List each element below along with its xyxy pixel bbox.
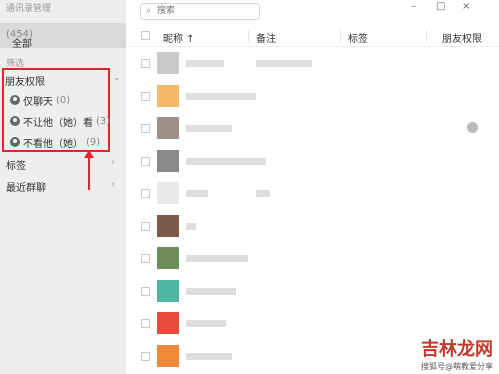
hide-my-moments-icon: [10, 116, 20, 126]
nickname-blurred: [186, 255, 248, 262]
nickname-blurred: [186, 125, 232, 132]
remark-blurred: [256, 60, 312, 67]
nickname-blurred: [186, 222, 196, 230]
column-divider: [426, 30, 427, 42]
table-row[interactable]: [126, 80, 499, 112]
nickname-blurred: [186, 352, 232, 360]
avatar: [157, 149, 179, 172]
row-checkbox[interactable]: [141, 156, 150, 166]
select-all-checkbox[interactable]: [141, 31, 150, 40]
sidebar-item-label: 不看他（她）: [23, 138, 83, 150]
row-checkbox[interactable]: [141, 59, 150, 68]
sidebar-group-permissions[interactable]: 朋友权限: [5, 73, 45, 88]
row-checkbox[interactable]: [141, 124, 150, 133]
table-header: 昵称 ↑ 备注 标签 朋友权限: [126, 26, 499, 47]
nickname-blurred: [186, 92, 256, 100]
sidebar-item-count: (9): [86, 136, 101, 148]
sidebar-item-label: 全部: [12, 39, 32, 50]
row-checkbox[interactable]: [141, 254, 150, 263]
table-row[interactable]: [126, 275, 499, 307]
chevron-right-icon[interactable]: ›: [111, 157, 115, 168]
column-divider: [248, 30, 249, 42]
column-header-tags[interactable]: 标签: [348, 30, 368, 45]
table-row[interactable]: [126, 177, 499, 209]
sidebar-item-hide-my-moments[interactable]: 不让他（她）看 (3): [10, 114, 111, 129]
nickname-blurred: [186, 157, 266, 165]
search-input[interactable]: [157, 5, 253, 17]
watermark: 吉林龙网 搜狐号@萌教爱分享: [421, 335, 493, 372]
sidebar-item-chat-only[interactable]: 仅聊天 (0): [10, 93, 71, 108]
row-checkbox[interactable]: [141, 189, 150, 198]
window-title: 通讯录管理: [6, 4, 52, 14]
avatar: [157, 84, 179, 107]
avatar: [157, 312, 179, 334]
avatar: [157, 247, 179, 269]
sidebar-item-label: 仅聊天: [23, 96, 53, 108]
column-header-nickname[interactable]: 昵称 ↑: [163, 30, 195, 45]
hide-their-moments-icon: [10, 137, 20, 147]
column-divider: [340, 30, 341, 42]
row-checkbox[interactable]: [141, 286, 150, 296]
avatar: [157, 344, 179, 367]
sidebar: 通讯录管理 全部 (454) 筛选 朋友权限 ⌄ 仅聊天 (0) 不让他（她）看 …: [0, 0, 126, 374]
avatar: [157, 182, 179, 204]
close-button[interactable]: ×: [462, 1, 470, 12]
table-row[interactable]: [126, 145, 499, 177]
minimize-button[interactable]: –: [411, 1, 416, 12]
maximize-button[interactable]: □: [436, 1, 445, 12]
avatar: [157, 214, 179, 237]
nickname-blurred: [186, 60, 224, 67]
search-box[interactable]: ⌕: [140, 3, 260, 20]
table-row[interactable]: [126, 242, 499, 274]
row-checkbox[interactable]: [141, 221, 150, 231]
table-row[interactable]: [126, 47, 499, 79]
sidebar-item-count: (3): [96, 115, 111, 127]
arrow-up-icon: [84, 150, 94, 190]
sidebar-item-recent-groups[interactable]: 最近群聊: [6, 179, 46, 194]
column-header-permission[interactable]: 朋友权限: [442, 30, 482, 45]
sidebar-item-hide-their-moments[interactable]: 不看他（她） (9): [10, 135, 101, 150]
permission-icon: [467, 122, 478, 133]
avatar: [157, 279, 179, 302]
column-header-remark[interactable]: 备注: [256, 30, 276, 45]
sidebar-item-count: (0): [56, 94, 71, 106]
nickname-blurred: [186, 190, 208, 197]
search-icon: ⌕: [146, 6, 152, 16]
avatar: [157, 117, 179, 139]
row-checkbox[interactable]: [141, 91, 150, 101]
row-checkbox[interactable]: [141, 319, 150, 328]
watermark-sub: 搜狐号@萌教爱分享: [421, 362, 493, 371]
table-row[interactable]: [126, 112, 499, 144]
chevron-down-icon[interactable]: ⌄: [113, 73, 121, 83]
avatar: [157, 52, 179, 74]
watermark-main: 吉林龙网: [421, 339, 493, 360]
chat-only-icon: [10, 95, 20, 105]
row-checkbox[interactable]: [141, 351, 150, 361]
sidebar-item-label: 不让他（她）看: [23, 117, 93, 129]
nickname-blurred: [186, 320, 226, 327]
table-row[interactable]: [126, 210, 499, 242]
sidebar-item-tags[interactable]: 标签: [6, 157, 26, 172]
remark-blurred: [256, 190, 270, 197]
sidebar-item-all[interactable]: 全部 (454): [0, 23, 126, 50]
nickname-blurred: [186, 287, 236, 295]
chevron-right-icon[interactable]: ›: [111, 179, 115, 190]
